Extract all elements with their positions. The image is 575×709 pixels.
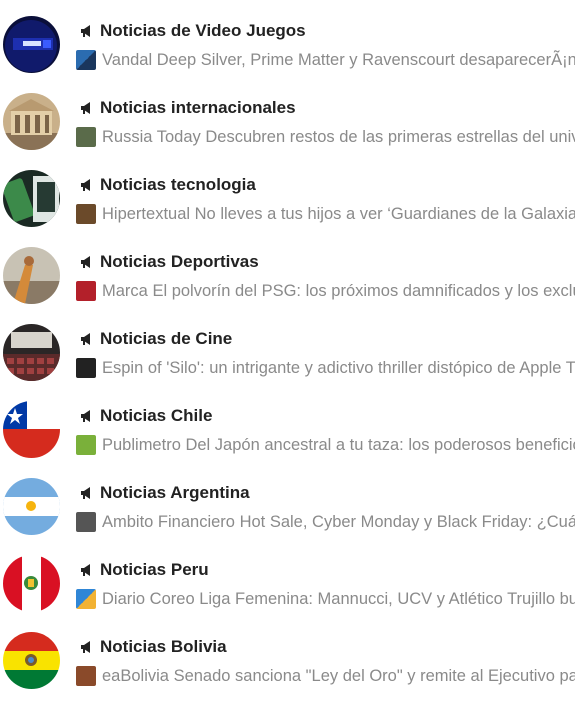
megaphone-icon [80, 332, 94, 346]
headline-text: El polvorín del PSG: los próximos damnif… [152, 281, 575, 300]
latest-headline[interactable]: Ambito Financiero Hot Sale, Cyber Monday… [76, 511, 575, 533]
list-item[interactable]: Noticias de Video Juegos Vandal Deep Sil… [0, 16, 575, 93]
megaphone-icon [80, 255, 94, 269]
source-favicon-icon [76, 127, 96, 147]
list-item[interactable]: Noticias Deportivas Marca El polvorín de… [0, 247, 575, 324]
source-name: eaBolivia [102, 666, 169, 685]
latest-headline[interactable]: Russia Today Descubren restos de las pri… [76, 126, 575, 148]
latest-headline[interactable]: Publimetro Del Japón ancestral a tu taza… [76, 434, 575, 456]
source-favicon-icon [76, 435, 96, 455]
source-name: Russia Today [102, 127, 201, 146]
latest-headline[interactable]: Espin of 'Silo': un intrigante y adictiv… [76, 357, 575, 379]
source-favicon-icon [76, 358, 96, 378]
source-name: Diario Coreo [102, 589, 195, 608]
list-item[interactable]: Noticias Peru Diario Coreo Liga Femenina… [0, 555, 575, 632]
megaphone-icon [80, 101, 94, 115]
latest-headline[interactable]: Marca El polvorín del PSG: los próximos … [76, 280, 575, 302]
source-favicon-icon [76, 50, 96, 70]
source-favicon-icon [76, 512, 96, 532]
list-item[interactable]: Noticias de Cine Espin of 'Silo': un int… [0, 324, 575, 401]
source-favicon-icon [76, 666, 96, 686]
megaphone-icon [80, 409, 94, 423]
category-title[interactable]: Noticias de Cine [100, 329, 232, 349]
category-title[interactable]: Noticias de Video Juegos [100, 21, 306, 41]
source-favicon-icon [76, 204, 96, 224]
source-name: Hipertextual [102, 204, 191, 223]
sports-icon[interactable] [3, 247, 60, 304]
headline-text: Del Japón ancestral a tu taza: los poder… [185, 435, 575, 454]
peru-flag-icon[interactable] [3, 555, 60, 612]
headline-text: 'Silo': un intrigante y adictivo thrille… [166, 358, 575, 377]
headline-text: No lleves a tus hijos a ver ‘Guardianes … [194, 204, 575, 223]
latest-headline[interactable]: eaBolivia Senado sanciona "Ley del Oro" … [76, 665, 575, 687]
headline-text: Hot Sale, Cyber Monday y Black Friday: ¿… [239, 512, 575, 531]
latest-headline[interactable]: Diario Coreo Liga Femenina: Mannucci, UC… [76, 588, 575, 610]
headline-text: Deep Silver, Prime Matter y Ravenscourt … [156, 50, 575, 69]
international-icon[interactable] [3, 93, 60, 150]
megaphone-icon [80, 640, 94, 654]
list-item[interactable]: Noticias Chile Publimetro Del Japón ance… [0, 401, 575, 478]
category-title[interactable]: Noticias Argentina [100, 483, 250, 503]
bolivia-flag-icon[interactable] [3, 632, 60, 689]
megaphone-icon [80, 178, 94, 192]
source-favicon-icon [76, 589, 96, 609]
category-title[interactable]: Noticias tecnologia [100, 175, 256, 195]
headline-text: Senado sanciona "Ley del Oro" y remite a… [173, 666, 575, 685]
category-title[interactable]: Noticias internacionales [100, 98, 296, 118]
source-name: Publimetro [102, 435, 181, 454]
category-title[interactable]: Noticias Peru [100, 560, 209, 580]
video-games-icon[interactable] [3, 16, 60, 73]
megaphone-icon [80, 24, 94, 38]
latest-headline[interactable]: Hipertextual No lleves a tus hijos a ver… [76, 203, 575, 225]
list-item[interactable]: Noticias tecnologia Hipertextual No llev… [0, 170, 575, 247]
source-name: Marca [102, 281, 148, 300]
category-title[interactable]: Noticias Deportivas [100, 252, 259, 272]
source-name: Ambito Financiero [102, 512, 235, 531]
latest-headline[interactable]: Vandal Deep Silver, Prime Matter y Raven… [76, 49, 575, 71]
argentina-flag-icon[interactable] [3, 478, 60, 535]
headline-text: Descubren restos de las primeras estrell… [205, 127, 575, 146]
category-title[interactable]: Noticias Bolivia [100, 637, 227, 657]
category-title[interactable]: Noticias Chile [100, 406, 212, 426]
list-item[interactable]: Noticias Argentina Ambito Financiero Hot… [0, 478, 575, 555]
list-item[interactable]: Noticias Bolivia eaBolivia Senado sancio… [0, 632, 575, 709]
source-favicon-icon [76, 281, 96, 301]
megaphone-icon [80, 563, 94, 577]
list-item[interactable]: Noticias internacionales Russia Today De… [0, 93, 575, 170]
source-name: Espin of [102, 358, 162, 377]
cinema-icon[interactable] [3, 324, 60, 381]
technology-icon[interactable] [3, 170, 60, 227]
chile-flag-icon[interactable] [3, 401, 60, 458]
headline-text: Liga Femenina: Mannucci, UCV y Atlético … [199, 589, 575, 608]
megaphone-icon [80, 486, 94, 500]
source-name: Vandal [102, 50, 153, 69]
